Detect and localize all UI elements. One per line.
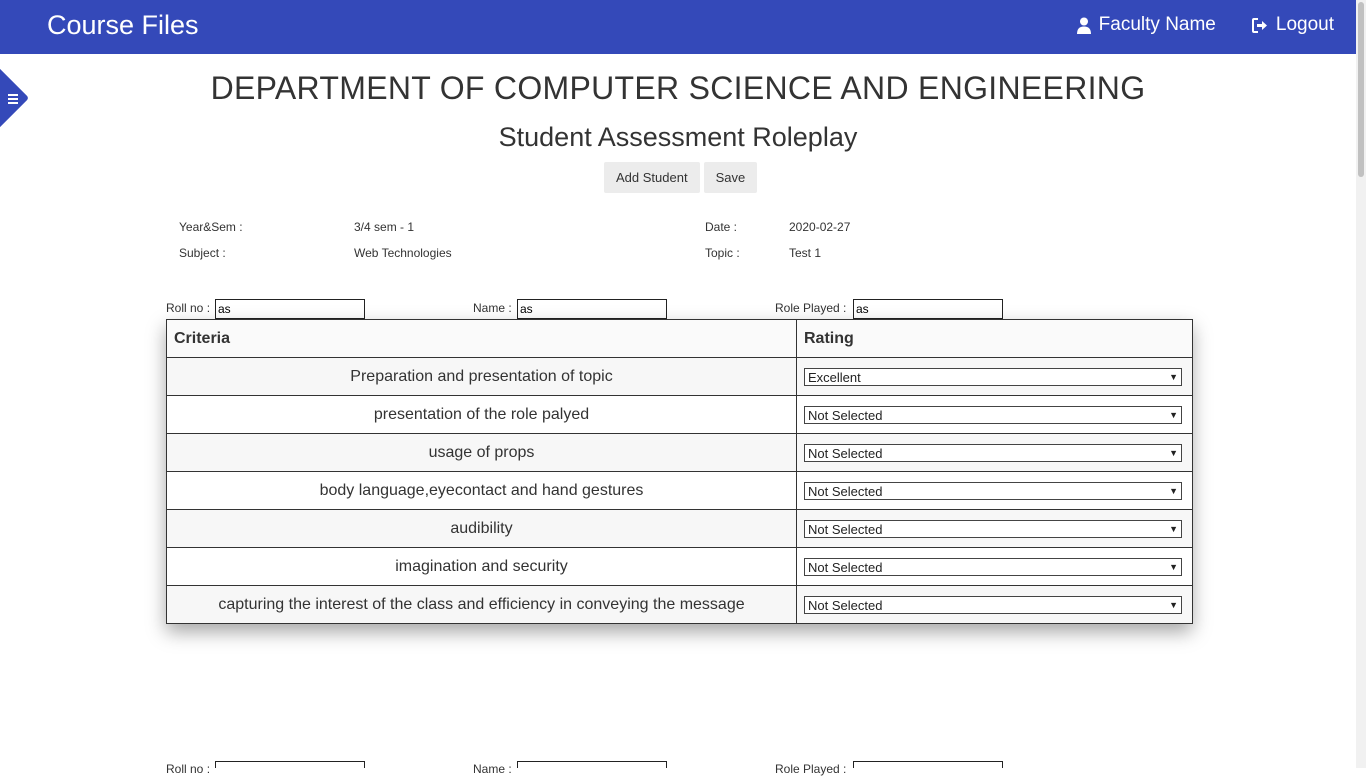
name-label-2: Name : [473, 762, 512, 776]
subject-label: Subject : [179, 246, 226, 260]
criteria-cell: imagination and security [166, 547, 797, 586]
rating-cell: Not Selected ▼ [796, 509, 1193, 548]
scrollbar-thumb[interactable] [1358, 2, 1364, 177]
faculty-name-label: Faculty Name [1098, 14, 1216, 35]
table-row: capturing the interest of the class and … [166, 585, 1193, 624]
criteria-header: Criteria [166, 319, 797, 358]
table-row: body language,eyecontact and hand gestur… [166, 471, 1193, 510]
rating-cell: Not Selected ▼ [796, 433, 1193, 472]
rating-select[interactable]: Not Selected ▼ [804, 557, 1182, 576]
table-row: imagination and security Not Selected ▼ [166, 547, 1193, 586]
name-label: Name : [473, 301, 512, 315]
roll-no-input-2[interactable] [215, 761, 365, 768]
sign-out-icon [1251, 17, 1268, 33]
caret-down-icon: ▼ [1169, 409, 1178, 420]
faculty-name-link[interactable]: Faculty Name [1076, 14, 1216, 36]
role-played-label-2: Role Played : [775, 762, 847, 776]
table-row: presentation of the role palyed Not Sele… [166, 395, 1193, 434]
year-sem-value: 3/4 sem - 1 [354, 220, 415, 234]
name-input[interactable] [517, 299, 667, 319]
top-navbar: Course Files Faculty Name Logout [0, 0, 1356, 54]
rating-select-value: Not Selected [808, 559, 883, 575]
role-played-input-2[interactable] [853, 761, 1003, 768]
action-buttons: Add Student Save [604, 162, 758, 193]
rating-header: Rating [796, 319, 1193, 358]
rating-select[interactable]: Not Selected ▼ [804, 595, 1182, 614]
date-value: 2020-02-27 [789, 220, 851, 234]
user-icon [1076, 17, 1091, 34]
name-input-2[interactable] [517, 761, 667, 768]
rating-cell: Not Selected ▼ [796, 547, 1193, 586]
topic-label: Topic : [705, 246, 740, 260]
save-button[interactable]: Save [703, 162, 758, 193]
rating-select-value: Not Selected [808, 521, 883, 537]
caret-down-icon: ▼ [1169, 447, 1178, 458]
rating-select[interactable]: Excellent ▼ [804, 367, 1182, 386]
rating-cell: Not Selected ▼ [796, 585, 1193, 624]
assessment-table-card: Criteria Rating Preparation and presenta… [166, 319, 1193, 624]
criteria-cell: audibility [166, 509, 797, 548]
roll-no-label: Roll no : [166, 301, 211, 315]
caret-down-icon: ▼ [1169, 371, 1178, 382]
rating-select-value: Not Selected [808, 597, 883, 613]
subject-value: Web Technologies [354, 246, 452, 260]
table-row: usage of props Not Selected ▼ [166, 433, 1193, 472]
rating-select[interactable]: Not Selected ▼ [804, 405, 1182, 424]
rating-select[interactable]: Not Selected ▼ [804, 481, 1182, 500]
rating-select[interactable]: Not Selected ▼ [804, 443, 1182, 462]
role-played-label: Role Played : [775, 301, 847, 315]
roll-no-input[interactable] [215, 299, 365, 319]
rating-select[interactable]: Not Selected ▼ [804, 519, 1182, 538]
criteria-cell: capturing the interest of the class and … [166, 585, 797, 624]
logout-link[interactable]: Logout [1251, 14, 1334, 36]
rating-select-value: Excellent [808, 369, 861, 385]
page-title: Student Assessment Roleplay [498, 122, 858, 152]
nav-right: Faculty Name Logout [1076, 14, 1334, 36]
department-title: DEPARTMENT OF COMPUTER SCIENCE AND ENGIN… [210, 70, 1146, 106]
rating-cell: Excellent ▼ [796, 357, 1193, 396]
criteria-cell: presentation of the role palyed [166, 395, 797, 434]
caret-down-icon: ▼ [1169, 485, 1178, 496]
rating-cell: Not Selected ▼ [796, 471, 1193, 510]
criteria-cell: usage of props [166, 433, 797, 472]
caret-down-icon: ▼ [1169, 599, 1178, 610]
criteria-cell: Preparation and presentation of topic [166, 357, 797, 396]
criteria-cell: body language,eyecontact and hand gestur… [166, 471, 797, 510]
add-student-button[interactable]: Add Student [604, 162, 700, 193]
rating-select-value: Not Selected [808, 445, 883, 461]
table-row: Preparation and presentation of topic Ex… [166, 357, 1193, 396]
rating-select-value: Not Selected [808, 407, 883, 423]
assessment-table: Criteria Rating Preparation and presenta… [166, 319, 1193, 624]
year-sem-label: Year&Sem : [179, 220, 243, 234]
role-played-input[interactable] [853, 299, 1003, 319]
caret-down-icon: ▼ [1169, 523, 1178, 534]
table-row: audibility Not Selected ▼ [166, 509, 1193, 548]
roll-no-label-2: Roll no : [166, 762, 211, 776]
date-label: Date : [705, 220, 738, 234]
brand-title[interactable]: Course Files [47, 9, 199, 41]
page-scrollbar[interactable] [1356, 0, 1366, 768]
logout-label: Logout [1275, 14, 1334, 35]
rating-cell: Not Selected ▼ [796, 395, 1193, 434]
topic-value: Test 1 [789, 246, 822, 260]
table-header-row: Criteria Rating [166, 319, 1193, 358]
rating-select-value: Not Selected [808, 483, 883, 499]
caret-down-icon: ▼ [1169, 561, 1178, 572]
